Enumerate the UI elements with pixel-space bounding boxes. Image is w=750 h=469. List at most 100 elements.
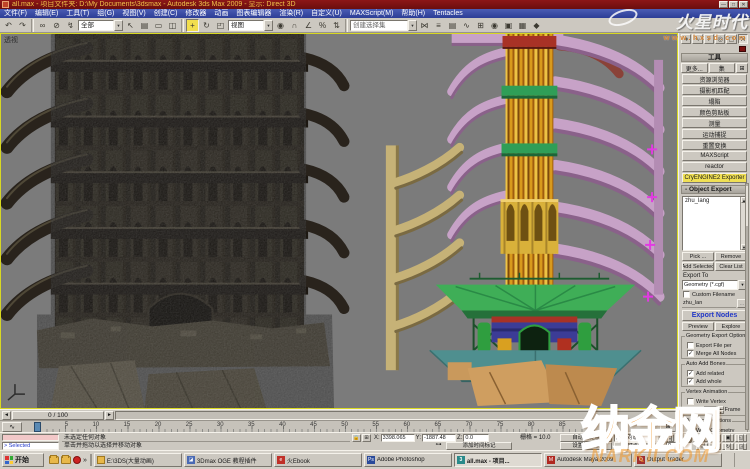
play-animation-icon[interactable]: ▶ xyxy=(684,434,692,442)
add-selected-button[interactable]: Add Selected xyxy=(682,262,714,271)
pan-view-icon[interactable]: ⇔ xyxy=(709,443,721,451)
preview-button[interactable]: Preview xyxy=(682,322,714,331)
perspective-viewport[interactable]: 透视 xyxy=(0,33,678,409)
media-player-shortcut-icon[interactable] xyxy=(73,456,81,464)
taskbar-task[interactable]: O Output Trader xyxy=(634,453,722,467)
zoom-extents-all-icon[interactable]: ◱ xyxy=(735,434,747,442)
set-key-button[interactable]: 设置关键点 xyxy=(560,442,612,450)
export-format-dropdown[interactable]: Geometry (*.cgf)▼ xyxy=(682,280,747,290)
time-slider-handle[interactable]: 0 / 100 xyxy=(12,411,104,420)
x-coordinate-field[interactable]: 3398.065 xyxy=(381,434,415,442)
taskbar-task[interactable]: 3 all.max - 项目... xyxy=(454,453,542,467)
utility-button[interactable]: 颜色剪贴板 xyxy=(682,107,747,117)
every-frame-field[interactable]: 1 xyxy=(704,406,717,414)
select-object-icon[interactable]: ↖ xyxy=(124,19,137,32)
utility-button[interactable]: 摄影机匹配 xyxy=(682,85,747,95)
export-nodes-button[interactable]: Export Nodes xyxy=(682,310,747,321)
export-file-per-checkbox[interactable]: Export File per xyxy=(687,342,746,349)
utility-button[interactable]: 资源浏览器 xyxy=(682,74,747,84)
menu-item[interactable]: 工具(T) xyxy=(62,9,93,18)
align-icon[interactable]: ≡ xyxy=(432,19,445,32)
custom-filename-checkbox[interactable]: Custom Filename xyxy=(683,291,750,298)
list-item[interactable]: zhu_lang xyxy=(685,198,709,204)
taskbar-task[interactable]: ◪ 3Dmax OGE 教程插件 xyxy=(184,453,272,467)
maxscript-mini-listener[interactable]: > Selected xyxy=(2,442,59,450)
use-pivot-point-center-icon[interactable]: ◉ xyxy=(274,19,287,32)
selection-filter-dropdown[interactable]: 全部▼ xyxy=(78,20,123,31)
render-setup-icon[interactable]: ▣ xyxy=(502,19,515,32)
previous-frame-icon[interactable]: ◀ xyxy=(675,434,683,442)
sets-button[interactable]: 集 xyxy=(709,63,736,73)
remove-button[interactable]: Remove xyxy=(715,252,747,261)
menu-item[interactable]: 动画 xyxy=(210,9,232,18)
select-and-link-icon[interactable]: ∞ xyxy=(36,19,49,32)
menu-item[interactable]: 渲染(R) xyxy=(275,9,307,18)
key-filters-button[interactable]: 关键点过滤器.. xyxy=(614,442,664,450)
bind-to-space-warp-icon[interactable]: ↯ xyxy=(64,19,77,32)
configure-button-sets-icon[interactable]: ⊞ xyxy=(736,63,748,73)
selection-lock-icon[interactable]: 🔒 xyxy=(352,434,361,442)
absolute-mode-icon[interactable]: ⊞ xyxy=(362,434,371,442)
merge-all-nodes-checkbox[interactable]: ✓Merge All Nodes xyxy=(687,350,746,357)
close-button[interactable]: ✕ xyxy=(739,1,748,8)
motion-tab-icon[interactable]: ◎ xyxy=(715,34,725,44)
select-and-move-icon[interactable]: + xyxy=(186,19,199,32)
previous-frame-arrow[interactable]: ◄ xyxy=(2,411,11,420)
minimize-button[interactable]: — xyxy=(719,1,728,8)
viewport-canvas[interactable] xyxy=(1,34,677,408)
mirror-icon[interactable]: ⋈ xyxy=(418,19,431,32)
select-and-rotate-icon[interactable]: ↻ xyxy=(200,19,213,32)
track-bar-frame-handle[interactable] xyxy=(34,422,41,432)
taskbar-task[interactable]: E:\3DS(大量动画) xyxy=(94,453,182,467)
add-whole-checkbox[interactable]: ✓Add whole xyxy=(687,378,746,385)
quick-render-icon[interactable]: ◆ xyxy=(530,19,543,32)
folder-shortcut-icon[interactable] xyxy=(49,456,59,464)
track-bar-end-button[interactable]: ⊞ xyxy=(660,422,676,432)
current-frame-field[interactable]: 0 xyxy=(666,442,692,450)
reference-coordinate-dropdown[interactable]: 视图▼ xyxy=(228,20,273,31)
auto-key-button[interactable]: 自动关键点 xyxy=(560,434,612,442)
redo-icon[interactable]: ↷ xyxy=(16,19,29,32)
menu-item[interactable]: MAXScript(M) xyxy=(346,9,398,18)
clear-list-button[interactable]: Clear List xyxy=(715,262,747,271)
menu-item[interactable]: 自定义(U) xyxy=(307,9,346,18)
menu-item[interactable]: 修改器 xyxy=(181,9,210,18)
time-slider-track[interactable] xyxy=(115,411,676,420)
go-to-start-icon[interactable]: « xyxy=(666,434,674,442)
mini-curve-editor-button[interactable]: ∿ xyxy=(2,422,22,432)
utility-button[interactable]: 重置变换 xyxy=(682,140,747,150)
menu-item[interactable]: 文件(F) xyxy=(0,9,31,18)
zoom-all-icon[interactable]: ⊞ xyxy=(709,434,721,442)
menu-item[interactable]: 创建(C) xyxy=(150,9,182,18)
viewport-label[interactable]: 透视 xyxy=(4,35,18,45)
utility-button[interactable]: 运动捕捉 xyxy=(682,129,747,139)
y-coordinate-field[interactable]: -1887.48 xyxy=(422,434,456,442)
write-vertex-checkbox[interactable]: Write Vertex xyxy=(687,398,746,405)
snap-toggle-3d-icon[interactable]: ∩ xyxy=(288,19,301,32)
add-related-checkbox[interactable]: ✓Add related xyxy=(687,370,746,377)
explore-button[interactable]: Explore xyxy=(715,322,747,331)
utility-button[interactable]: MAXScript xyxy=(682,151,747,161)
key-mode-dropdown[interactable]: 选定对象▼ xyxy=(614,434,664,442)
quick-launch-overflow[interactable]: » xyxy=(83,457,87,464)
taskbar-task[interactable]: Ps Adobe Photoshop xyxy=(364,453,452,467)
pick-button[interactable]: Pick ... xyxy=(682,252,714,261)
spinner-arrows[interactable]: ▲▼ xyxy=(718,406,724,414)
zoom-icon[interactable]: ⊕ xyxy=(696,434,708,442)
menu-item[interactable]: Tentacles xyxy=(429,9,467,18)
field-of-view-icon[interactable]: ▽ xyxy=(696,443,708,451)
select-and-scale-icon[interactable]: ◰ xyxy=(214,19,227,32)
maximize-button[interactable]: □ xyxy=(729,1,738,8)
start-button[interactable]: 开始 xyxy=(2,453,44,467)
percent-snap-icon[interactable]: % xyxy=(316,19,329,32)
display-tab-icon[interactable]: ▢ xyxy=(726,34,736,44)
utility-button[interactable]: 塌陷 xyxy=(682,96,747,106)
arc-rotate-icon[interactable]: ↻ xyxy=(722,443,734,451)
taskbar-task[interactable]: e 火Ebook xyxy=(274,453,362,467)
utility-button[interactable]: CryENGINE2 Exporter xyxy=(682,173,747,183)
utilities-tab-icon[interactable]: ⚒ xyxy=(738,34,748,44)
unlink-selection-icon[interactable]: ⊘ xyxy=(50,19,63,32)
layer-manager-icon[interactable]: ▤ xyxy=(446,19,459,32)
export-node-list[interactable]: zhu_lang ▲▼ xyxy=(682,196,747,251)
panel-scrollbar[interactable] xyxy=(745,183,749,430)
